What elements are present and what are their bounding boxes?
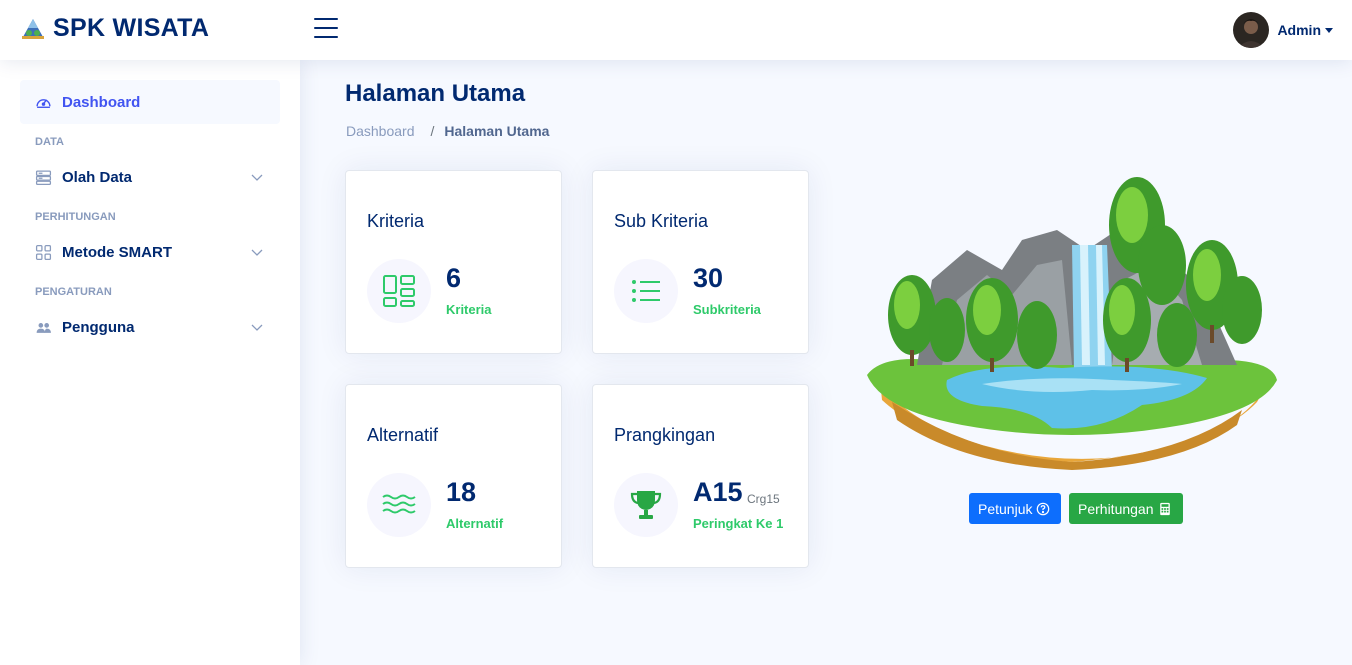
breadcrumb-separator: / xyxy=(430,123,435,139)
sidebar: Dashboard DATA Olah Data PERHITUNGAN Met… xyxy=(0,60,300,665)
caret-down-icon xyxy=(1325,27,1333,33)
question-circle-icon xyxy=(1037,502,1050,515)
card-prangkingan: Prangkingan A15 Crg15 Peringkat Ke 1 xyxy=(592,384,809,568)
card-icon xyxy=(367,259,431,323)
card-value: 30 xyxy=(693,263,724,293)
speedometer-icon xyxy=(35,94,52,111)
water-waves-icon xyxy=(382,494,416,514)
trophy-icon xyxy=(630,491,662,519)
button-label: Perhitungan xyxy=(1078,500,1154,517)
card-alternatif: Alternatif 18 Alternatif xyxy=(345,384,562,568)
card-title: Sub Kriteria xyxy=(614,211,709,231)
nav-heading-data: DATA xyxy=(35,136,64,148)
sidebar-item-label: Pengguna xyxy=(62,318,135,336)
sidebar-item-metode-smart[interactable]: Metode SMART xyxy=(20,230,280,274)
sidebar-item-dashboard[interactable]: Dashboard xyxy=(20,80,280,124)
sidebar-item-pengguna[interactable]: Pengguna xyxy=(20,305,280,349)
nav-heading-perhitungan: PERHITUNGAN xyxy=(35,211,116,223)
button-label: Petunjuk xyxy=(978,500,1033,517)
waterfall-illustration xyxy=(867,177,1277,470)
sidebar-item-label: Metode SMART xyxy=(62,243,172,261)
menu-bar xyxy=(314,27,338,29)
card-small-label: Crg15 xyxy=(747,492,780,506)
card-icon xyxy=(614,259,678,323)
list-icon xyxy=(632,280,660,302)
sidebar-item-label: Olah Data xyxy=(62,168,133,186)
nav-heading-pengaturan: PENGATURAN xyxy=(35,286,112,298)
logo-icon xyxy=(22,18,44,39)
avatar xyxy=(1233,12,1270,48)
card-title: Prangkingan xyxy=(614,425,716,445)
card-subtitle: Kriteria xyxy=(446,302,492,317)
logo[interactable]: SPK WISATA xyxy=(20,14,209,43)
menu-bar xyxy=(314,18,338,20)
sidebar-item-label: Dashboard xyxy=(62,93,141,111)
profile-dropdown[interactable]: Admin xyxy=(1233,12,1333,48)
sidebar-item-olah-data[interactable]: Olah Data xyxy=(20,155,280,199)
grid-icon xyxy=(35,244,52,261)
perhitungan-button[interactable]: Perhitungan xyxy=(1069,493,1183,524)
card-icon xyxy=(614,473,678,537)
card-title: Kriteria xyxy=(367,211,425,231)
card-title: Alternatif xyxy=(367,425,439,445)
chevron-down-icon xyxy=(251,324,263,331)
app-title: SPK WISATA xyxy=(53,14,210,42)
card-kriteria: Kriteria 6 Kriteria xyxy=(345,170,562,354)
calculator-icon xyxy=(1159,502,1170,515)
card-value: A15 xyxy=(693,477,743,507)
card-icon xyxy=(367,473,431,537)
menu-bar xyxy=(314,36,338,38)
breadcrumb: Dashboard / Halaman Utama xyxy=(346,123,549,139)
breadcrumb-home-link[interactable]: Dashboard xyxy=(346,123,415,139)
card-subtitle: Alternatif xyxy=(446,516,504,531)
layout-grid-icon xyxy=(383,275,415,307)
breadcrumb-current: Halaman Utama xyxy=(444,123,550,139)
card-subtitle: Subkriteria xyxy=(693,302,761,317)
card-subtitle: Peringkat Ke 1 xyxy=(693,516,784,531)
page-title: Halaman Utama xyxy=(345,80,526,107)
server-icon xyxy=(35,169,52,186)
header: SPK WISATA Admin xyxy=(0,0,1352,60)
card-sub-kriteria: Sub Kriteria 30 Subkriteria xyxy=(592,170,809,354)
card-value: 6 xyxy=(446,263,462,293)
user-name: Admin xyxy=(1277,22,1321,38)
sidebar-toggle-button[interactable] xyxy=(314,18,338,40)
chevron-down-icon xyxy=(251,249,263,256)
card-value: 18 xyxy=(446,477,477,507)
chevron-down-icon xyxy=(251,174,263,181)
people-icon xyxy=(35,319,52,336)
petunjuk-button[interactable]: Petunjuk xyxy=(969,493,1061,524)
